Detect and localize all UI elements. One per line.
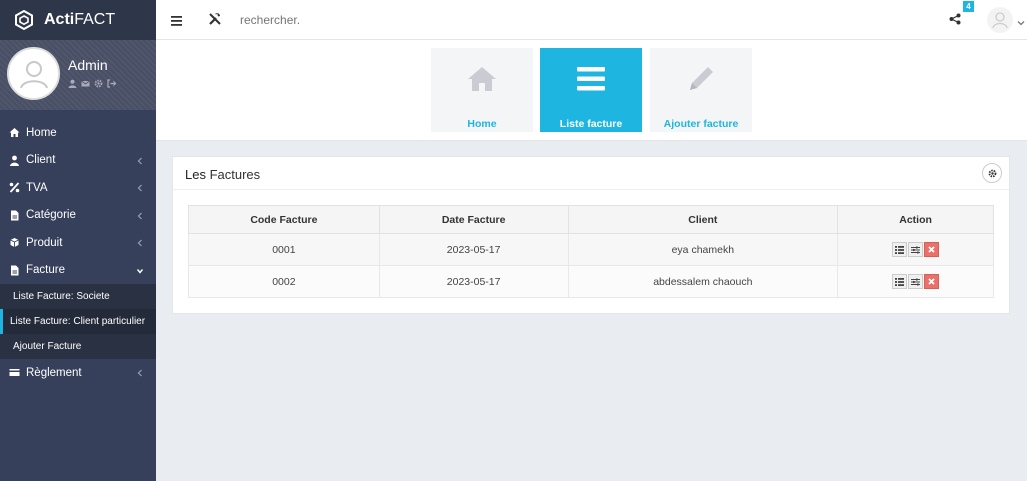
brand-name: ActiFACT <box>44 11 116 28</box>
cell-actions <box>837 265 994 298</box>
sidebar-item-label: Client <box>26 154 56 167</box>
table-row: 0001 2023-05-17 eya chamekh <box>188 233 994 266</box>
delete-button[interactable] <box>924 274 940 289</box>
list-icon <box>895 245 905 254</box>
envelope-icon[interactable] <box>81 77 90 87</box>
file-icon <box>8 209 20 221</box>
list-icon <box>540 66 642 92</box>
sliders-icon <box>911 278 921 285</box>
edit-button[interactable] <box>908 274 924 289</box>
sidebar-item-tva[interactable]: TVA <box>0 174 156 202</box>
chevron-down-icon[interactable] <box>1017 16 1025 30</box>
notification-badge: 4 <box>963 1 974 12</box>
factures-card: Les Factures Code Facture Date Facture C… <box>172 156 1010 314</box>
user-name: Admin <box>68 57 108 73</box>
table-row: 0002 2023-05-17 abdessalem chaouch <box>188 265 994 298</box>
user-actions <box>68 77 117 88</box>
sidebar-item-facture[interactable]: Facture <box>0 256 156 284</box>
details-button[interactable] <box>892 242 908 257</box>
gear-icon[interactable] <box>94 77 103 88</box>
logout-icon[interactable] <box>107 77 117 88</box>
tile-ajouter-facture[interactable]: Ajouter facture <box>650 48 752 132</box>
close-icon <box>928 278 935 285</box>
profile-icon[interactable] <box>68 77 77 88</box>
share-icon[interactable] <box>949 13 961 28</box>
cubes-icon <box>8 237 20 249</box>
user-icon <box>8 154 20 166</box>
tile-home[interactable]: Home <box>431 48 533 132</box>
user-avatar[interactable] <box>987 7 1013 33</box>
delete-button[interactable] <box>924 242 940 257</box>
home-icon <box>431 66 533 92</box>
sliders-icon <box>911 246 921 253</box>
cell-code: 0002 <box>188 265 380 298</box>
sidebar-item-label: Produit <box>26 236 63 249</box>
card-title: Les Factures <box>185 167 261 182</box>
chevron-left-icon <box>137 184 142 192</box>
tile-label: Ajouter facture <box>663 118 739 130</box>
hamburger-icon[interactable] <box>171 15 182 29</box>
sidebar-item-label: Catégorie <box>26 209 76 222</box>
search-input[interactable] <box>240 10 440 30</box>
sidebar-item-categorie[interactable]: Catégorie <box>0 202 156 230</box>
submenu-item-liste-particulier[interactable]: Liste Facture: Client particulier <box>0 309 156 334</box>
chevron-left-icon <box>137 239 142 247</box>
sidebar-item-label: TVA <box>26 181 48 194</box>
tile-label: Liste facture <box>559 118 623 130</box>
sidebar-item-label: Règlement <box>26 366 82 379</box>
table-header-row: Code Facture Date Facture Client Action <box>188 205 994 234</box>
details-button[interactable] <box>892 274 908 289</box>
sidebar-item-label: Facture <box>26 264 65 277</box>
column-header[interactable]: Date Facture <box>378 205 569 234</box>
user-panel: Admin <box>0 40 156 110</box>
sidebar-item-client[interactable]: Client <box>0 147 156 175</box>
sidebar-item-label: Home <box>26 126 57 139</box>
sidebar-item-produit[interactable]: Produit <box>0 229 156 257</box>
topbar: 4 <box>156 0 1027 40</box>
credit-card-icon <box>8 367 20 379</box>
edit-button[interactable] <box>908 242 924 257</box>
close-icon <box>928 246 935 253</box>
cell-code: 0001 <box>188 233 380 266</box>
chevron-left-icon <box>137 157 142 164</box>
home-icon <box>8 127 20 139</box>
tools-icon[interactable] <box>208 12 222 29</box>
shortcut-tiles: Home Liste facture Ajouter facture <box>156 40 1027 141</box>
cell-date: 2023-05-17 <box>378 265 569 298</box>
submenu-item-ajouter-facture[interactable]: Ajouter Facture <box>0 334 156 359</box>
factures-table: Code Facture Date Facture Client Action … <box>188 205 994 298</box>
facture-submenu: Liste Facture: Societe Liste Facture: Cl… <box>0 284 156 359</box>
tile-liste-facture[interactable]: Liste facture <box>540 48 642 132</box>
sidebar-item-home[interactable]: Home <box>0 119 156 147</box>
sidebar: ActiFACT Admin Home Client TVA Catégorie… <box>0 0 156 481</box>
cell-actions <box>837 233 994 266</box>
brand-logo-icon <box>14 10 34 30</box>
brand[interactable]: ActiFACT <box>0 0 156 40</box>
file-icon <box>8 264 20 276</box>
tile-label: Home <box>467 118 497 130</box>
card-settings-button[interactable] <box>982 163 1002 183</box>
cell-client: eya chamekh <box>567 233 839 266</box>
card-header: Les Factures <box>173 157 1009 190</box>
chevron-left-icon <box>137 369 142 377</box>
gear-icon <box>988 169 996 177</box>
sidebar-menu: Home Client TVA Catégorie Produit Factur… <box>0 119 156 387</box>
chevron-down-icon <box>136 268 144 274</box>
submenu-item-liste-societe[interactable]: Liste Facture: Societe <box>0 284 156 309</box>
list-icon <box>895 277 905 286</box>
column-header[interactable]: Client <box>567 205 839 234</box>
avatar[interactable] <box>7 47 60 100</box>
cell-client: abdessalem chaouch <box>567 265 839 298</box>
percent-icon <box>8 182 20 194</box>
sidebar-item-reglement[interactable]: Règlement <box>0 359 156 387</box>
column-header: Action <box>837 205 994 234</box>
chevron-left-icon <box>137 212 142 219</box>
column-header[interactable]: Code Facture <box>188 205 380 234</box>
cell-date: 2023-05-17 <box>378 233 569 266</box>
pencil-icon <box>650 66 752 96</box>
